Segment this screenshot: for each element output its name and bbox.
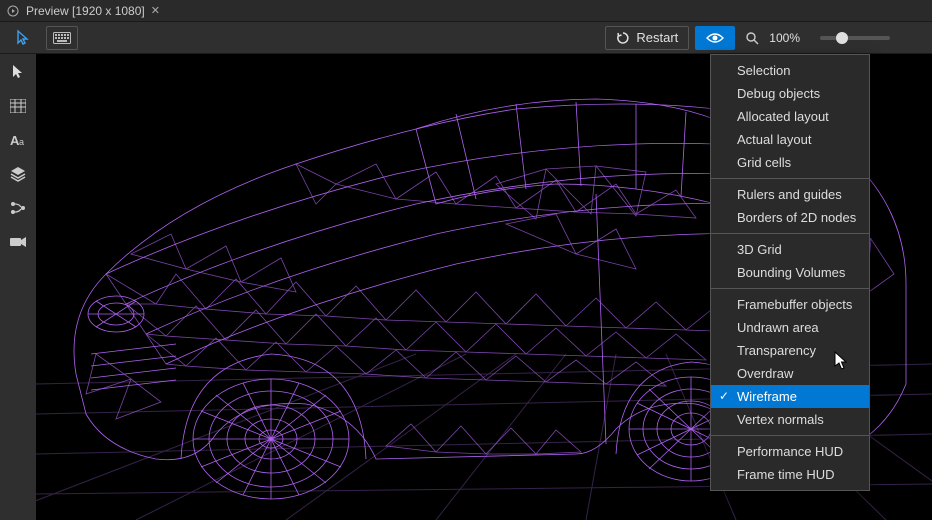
menu-item-transparency[interactable]: Transparency (711, 339, 869, 362)
menu-item-label: Undrawn area (737, 320, 819, 335)
menu-item-label: Wireframe (737, 389, 797, 404)
menu-item-label: Overdraw (737, 366, 793, 381)
menu-item-label: Transparency (737, 343, 816, 358)
menu-item-label: Vertex normals (737, 412, 824, 427)
menu-separator (711, 435, 869, 436)
menu-item-3d-grid[interactable]: 3D Grid (711, 238, 869, 261)
menu-item-rulers-and-guides[interactable]: Rulers and guides (711, 183, 869, 206)
node-tool-button[interactable] (4, 196, 32, 220)
side-toolbar: Aa (0, 54, 36, 520)
main-toolbar: Restart 100% (0, 22, 932, 54)
menu-item-actual-layout[interactable]: Actual layout (711, 128, 869, 151)
title-bar: Preview [1920 x 1080] ✕ (0, 0, 932, 22)
menu-item-performance-hud[interactable]: Performance HUD (711, 440, 869, 463)
menu-item-label: Bounding Volumes (737, 265, 845, 280)
menu-item-borders-of-2d-nodes[interactable]: Borders of 2D nodes (711, 206, 869, 229)
eye-icon (706, 32, 724, 44)
menu-item-frame-time-hud[interactable]: Frame time HUD (711, 463, 869, 486)
restart-label: Restart (636, 30, 678, 45)
zoom-group: 100% (745, 31, 890, 45)
menu-item-label: Grid cells (737, 155, 791, 170)
close-tab-icon[interactable]: ✕ (151, 4, 160, 17)
check-icon: ✓ (719, 388, 729, 405)
menu-item-label: Debug objects (737, 86, 820, 101)
layers-tool-button[interactable] (4, 162, 32, 186)
text-tool-button[interactable]: Aa (4, 128, 32, 152)
menu-item-label: Selection (737, 63, 790, 78)
tab-title: Preview [1920 x 1080] (26, 4, 145, 18)
menu-item-grid-cells[interactable]: Grid cells (711, 151, 869, 174)
zoom-value: 100% (765, 31, 804, 45)
menu-item-undrawn-area[interactable]: Undrawn area (711, 316, 869, 339)
menu-item-label: Framebuffer objects (737, 297, 852, 312)
preview-play-icon (6, 4, 20, 18)
menu-item-overdraw[interactable]: Overdraw (711, 362, 869, 385)
select-tool-button[interactable] (4, 60, 32, 84)
menu-item-framebuffer-objects[interactable]: Framebuffer objects (711, 293, 869, 316)
menu-item-label: Actual layout (737, 132, 811, 147)
camera-tool-button[interactable] (4, 230, 32, 254)
visibility-menu-button[interactable] (695, 26, 735, 50)
visibility-dropdown-menu: Selection Debug objects Allocated layout Ac… (710, 54, 870, 491)
menu-separator (711, 233, 869, 234)
restart-button[interactable]: Restart (605, 26, 689, 50)
menu-item-label: Allocated layout (737, 109, 829, 124)
grid-tool-button[interactable] (4, 94, 32, 118)
menu-item-label: Borders of 2D nodes (737, 210, 856, 225)
restart-icon (616, 31, 630, 45)
svg-text:a: a (19, 137, 24, 147)
menu-item-debug-objects[interactable]: Debug objects (711, 82, 869, 105)
menu-separator (711, 178, 869, 179)
menu-item-label: 3D Grid (737, 242, 782, 257)
menu-item-label: Performance HUD (737, 444, 843, 459)
zoom-icon[interactable] (745, 31, 759, 45)
menu-item-vertex-normals[interactable]: Vertex normals (711, 408, 869, 431)
keyboard-button[interactable] (46, 26, 78, 50)
menu-item-label: Rulers and guides (737, 187, 842, 202)
pointer-tool-button[interactable] (8, 26, 40, 50)
menu-item-label: Frame time HUD (737, 467, 835, 482)
menu-item-selection[interactable]: Selection (711, 59, 869, 82)
menu-separator (711, 288, 869, 289)
zoom-slider-thumb[interactable] (836, 32, 848, 44)
menu-item-wireframe[interactable]: ✓ Wireframe (711, 385, 869, 408)
zoom-slider[interactable] (820, 36, 890, 40)
menu-item-allocated-layout[interactable]: Allocated layout (711, 105, 869, 128)
menu-item-bounding-volumes[interactable]: Bounding Volumes (711, 261, 869, 284)
